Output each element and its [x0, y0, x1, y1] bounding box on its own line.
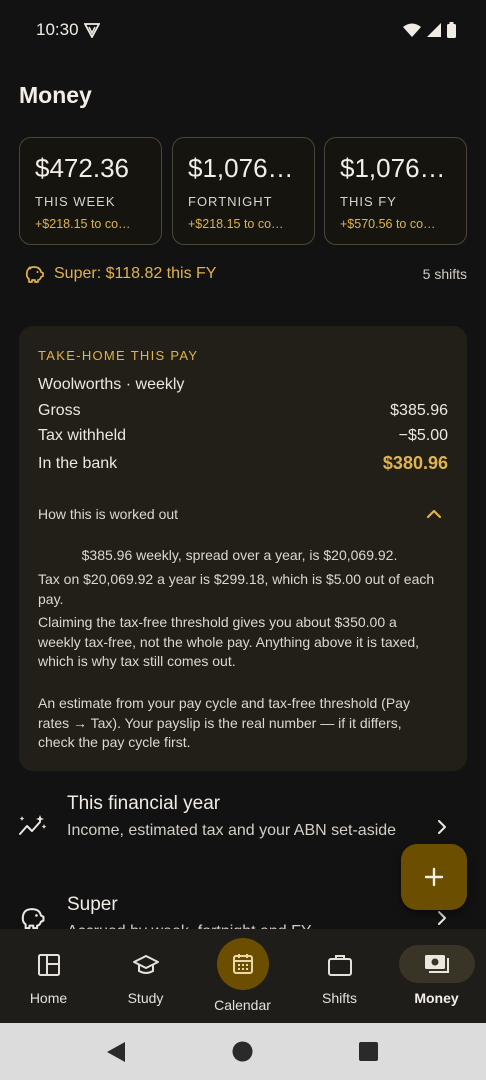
super-total: Super: $118.82 this FY — [54, 265, 217, 282]
system-icons — [403, 22, 456, 38]
signal-icon — [427, 23, 441, 37]
nav-label: Study — [127, 990, 164, 1006]
explanation-tax: Tax on $20,069.92 a year is $299.18, whi… — [38, 571, 435, 607]
row-value: $385.96 — [390, 402, 448, 419]
status-bar: 10:30 — [0, 0, 486, 60]
nav-money[interactable]: Money — [388, 929, 485, 1023]
briefcase-icon — [327, 953, 353, 982]
system-navigation-bar — [0, 1023, 486, 1080]
bottom-navigation: Home Study Calendar Shifts Money — [0, 929, 486, 1023]
page-title: Money — [19, 82, 92, 108]
how-worked-out-toggle[interactable]: How this is worked out — [38, 504, 448, 528]
calendar-icon — [231, 952, 255, 981]
nav-home[interactable]: Home — [0, 929, 97, 1023]
wifi-icon — [403, 23, 421, 37]
nav-calendar[interactable]: Calendar — [194, 929, 291, 1023]
card-amount: $1,076.… — [188, 153, 300, 183]
row-value: $380.96 — [382, 453, 448, 473]
add-fab-button[interactable] — [401, 844, 467, 910]
list-item-title: This financial year — [67, 793, 221, 814]
super-summary-row: Super: $118.82 this FY 5 shifts — [19, 262, 467, 286]
bank-row: In the bank $380.96 — [38, 453, 448, 477]
employer-label: Woolworths · weekly — [38, 376, 185, 393]
list-item-title: Super — [67, 894, 118, 915]
nav-label: Home — [29, 990, 68, 1006]
nav-label: Shifts — [321, 990, 357, 1006]
plus-icon — [424, 867, 444, 887]
battery-icon — [447, 22, 456, 38]
chevron-up-icon — [426, 507, 442, 525]
list-item-subtitle: Income, estimated tax and your ABN set-a… — [67, 822, 397, 839]
how-worked-out-label: How this is worked out — [38, 506, 179, 522]
card-label: FORTNIGHT — [188, 194, 273, 209]
card-label: THIS WEEK — [35, 194, 116, 209]
summary-card-fy[interactable]: $1,076.… THIS FY +$570.56 to co… — [324, 137, 467, 245]
row-label: Gross — [38, 402, 81, 419]
card-delta: +$218.15 to co… — [35, 217, 131, 231]
takehome-heading: TAKE-HOME THIS PAY — [38, 348, 199, 363]
home-circle-icon[interactable] — [232, 1041, 253, 1062]
summary-card-fortnight[interactable]: $1,076.… FORTNIGHT +$218.15 to co… — [172, 137, 315, 245]
nav-study[interactable]: Study — [97, 929, 194, 1023]
vpn-icon — [83, 22, 101, 43]
trend-sparkle-icon — [18, 814, 48, 845]
summary-cards: $472.36 THIS WEEK +$218.15 to co… $1,076… — [19, 137, 467, 245]
row-value: −$5.00 — [398, 427, 448, 444]
recents-icon[interactable] — [359, 1042, 378, 1061]
summary-card-week[interactable]: $472.36 THIS WEEK +$218.15 to co… — [19, 137, 162, 245]
tax-row: Tax withheld −$5.00 — [38, 427, 448, 449]
row-label: Tax withheld — [38, 427, 127, 444]
status-time: 10:30 — [36, 20, 79, 39]
piggy-bank-icon — [23, 264, 45, 289]
graduation-cap-icon — [132, 953, 160, 982]
card-delta: +$570.56 to co… — [340, 217, 436, 231]
card-amount: $1,076.… — [340, 153, 452, 183]
explanation-estimate: An estimate from your pay cycle and tax-… — [38, 695, 410, 750]
row-label: In the bank — [38, 455, 118, 472]
takehome-card: TAKE-HOME THIS PAY Woolworths · weekly G… — [19, 326, 467, 771]
shift-count: 5 shifts — [422, 266, 467, 282]
gross-row: Gross $385.96 — [38, 402, 448, 424]
card-amount: $472.36 — [35, 153, 129, 183]
nav-label: Calendar — [214, 997, 271, 1013]
back-icon[interactable] — [106, 1041, 126, 1063]
cash-icon — [423, 953, 451, 980]
list-item-subtitle: Accrued by week, fortnight and FY — [67, 920, 397, 929]
nav-shifts[interactable]: Shifts — [291, 929, 388, 1023]
piggy-bank-icon — [18, 905, 46, 929]
card-label: THIS FY — [340, 194, 397, 209]
home-icon — [37, 953, 61, 982]
explanation-threshold: Claiming the tax-free threshold gives yo… — [38, 614, 420, 669]
explanation-annual: $385.96 weekly, spread over a year, is $… — [81, 547, 398, 563]
card-delta: +$218.15 to co… — [188, 217, 284, 231]
chevron-right-icon — [436, 910, 448, 929]
chevron-right-icon — [436, 819, 448, 840]
nav-label: Money — [414, 990, 459, 1006]
